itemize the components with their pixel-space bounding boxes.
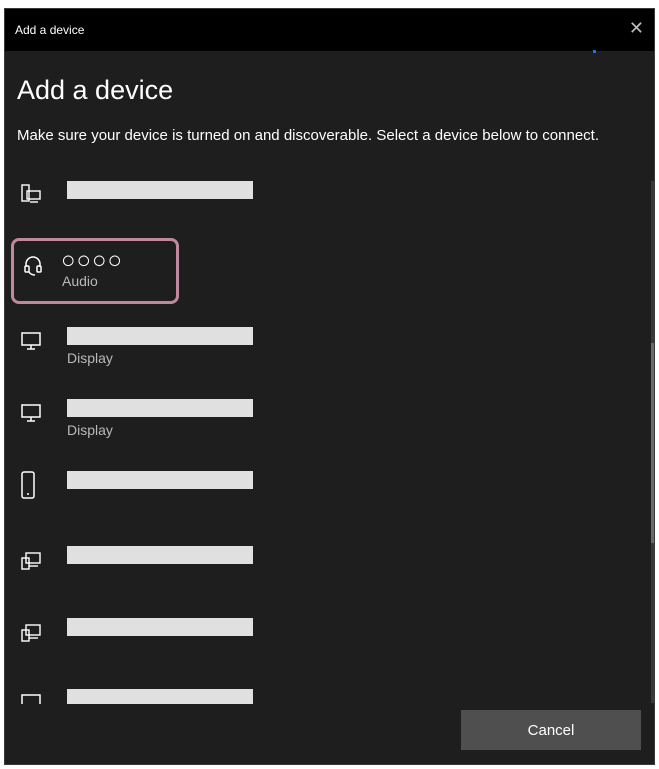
device-name-redacted [67, 471, 253, 489]
device-item[interactable] [12, 615, 253, 681]
device-type: Display [67, 422, 113, 438]
device-name-redacted [67, 689, 253, 704]
device-name-redacted [67, 327, 253, 345]
device-item[interactable]: Display [12, 324, 253, 390]
device-item[interactable] [12, 543, 253, 609]
monitor-icon [20, 692, 42, 704]
device-name-redacted [67, 546, 253, 564]
phone-icon [17, 470, 39, 500]
progress-indicator [593, 50, 596, 53]
page-title: Add a device [17, 75, 174, 105]
device-type: Display [67, 350, 113, 366]
device-name-redacted [67, 181, 253, 199]
cancel-button[interactable]: Cancel [461, 710, 641, 750]
display-icon [20, 402, 42, 424]
close-icon[interactable]: ✕ [629, 18, 644, 38]
device-item[interactable]: Display [12, 396, 253, 462]
computer-phone-icon [20, 183, 42, 205]
add-device-window: Add a device ✕ Add a device Make sure yo… [4, 8, 655, 765]
device-item-selected[interactable]: ○○○○ Audio [11, 238, 179, 304]
title-bar: Add a device ✕ [5, 9, 654, 51]
device-item[interactable] [12, 169, 253, 235]
device-type: Audio [62, 273, 98, 289]
device-item[interactable] [12, 468, 253, 534]
device-name: ○○○○ [61, 247, 123, 274]
scrollbar-thumb[interactable] [651, 343, 654, 543]
device-name-redacted [67, 618, 253, 636]
headset-icon [22, 254, 44, 276]
display-icon [20, 330, 42, 352]
window-title: Add a device [15, 23, 85, 37]
devices-icon [20, 549, 42, 571]
instruction-text: Make sure your device is turned on and d… [17, 127, 599, 144]
devices-icon [20, 621, 42, 643]
device-name-redacted [67, 399, 253, 417]
device-item[interactable] [12, 686, 253, 704]
device-list: ○○○○ Audio Display Display [5, 169, 654, 704]
